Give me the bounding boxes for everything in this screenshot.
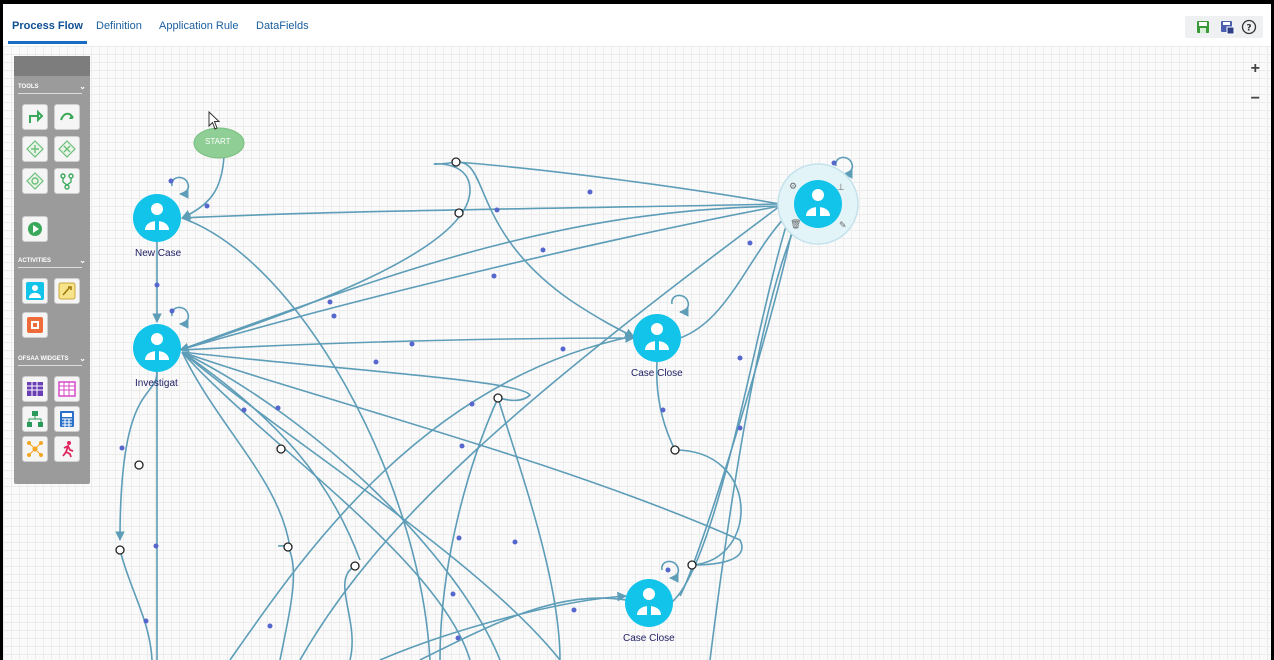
gateway-tool[interactable] [22, 136, 48, 162]
gear-icon[interactable]: ⚙ [789, 182, 797, 192]
run-widget-tool[interactable] [54, 436, 80, 462]
activity-node-case-close-1[interactable] [633, 314, 681, 362]
subprocess-tool[interactable] [22, 216, 48, 242]
section-ofsaa-widgets-label: OFSAA WIDGETS [18, 356, 69, 362]
transition-edges [115, 155, 801, 660]
activity-node-case-close-2[interactable] [625, 579, 673, 627]
chevron-down-icon: ⌄ [79, 256, 86, 265]
section-tools[interactable]: TOOLS ⌄ [18, 82, 86, 94]
self-loops [171, 156, 854, 583]
tool-palette: TOOLS ⌄ ACTIVITIES ⌄ OFSAA WIDGETS ⌄ [14, 56, 90, 484]
investigate-label: Investigat [135, 378, 178, 389]
grid-widget-tool[interactable] [22, 376, 48, 402]
junction-points [115, 157, 697, 571]
edit-icon[interactable]: ✎ [839, 221, 847, 231]
calendar-widget-tool[interactable] [54, 376, 80, 402]
chevron-down-icon: ⌄ [79, 354, 86, 363]
parallel-gateway-tool[interactable] [54, 136, 80, 162]
mouse-cursor-icon [208, 111, 221, 130]
decision-tool[interactable] [22, 168, 48, 194]
automated-activity-tool[interactable] [22, 312, 48, 338]
case-close-2-label: Case Close [623, 633, 675, 644]
transition-tool[interactable] [22, 104, 48, 130]
hierarchy-widget-tool[interactable] [22, 406, 48, 432]
selected-activity-node[interactable] [777, 163, 859, 245]
section-tools-label: TOOLS [18, 84, 39, 90]
hierarchy-icon[interactable]: ⊥ [837, 183, 845, 193]
activity-node-new-case[interactable] [133, 194, 181, 242]
activity-node-investigate[interactable] [133, 324, 181, 372]
palette-header[interactable] [14, 56, 90, 76]
new-case-label: New Case [135, 248, 182, 259]
split-tool[interactable] [54, 168, 80, 194]
section-ofsaa-widgets[interactable]: OFSAA WIDGETS ⌄ [18, 354, 86, 366]
network-widget-tool[interactable] [22, 436, 48, 462]
start-label: START [205, 137, 231, 146]
process-flow-diagram: ⚙ 🗑 ⊥ ✎ [115, 127, 859, 660]
curve-transition-tool[interactable] [54, 104, 80, 130]
delete-icon[interactable]: 🗑 [790, 219, 801, 230]
calculator-widget-tool[interactable] [54, 406, 80, 432]
system-activity-tool[interactable] [54, 278, 80, 304]
section-activities[interactable]: ACTIVITIES ⌄ [18, 256, 86, 268]
edge-handles [119, 160, 837, 641]
section-activities-label: ACTIVITIES [18, 258, 52, 264]
human-activity-tool[interactable] [22, 278, 48, 304]
chevron-down-icon: ⌄ [79, 82, 86, 91]
case-close-1-label: Case Close [631, 368, 683, 379]
